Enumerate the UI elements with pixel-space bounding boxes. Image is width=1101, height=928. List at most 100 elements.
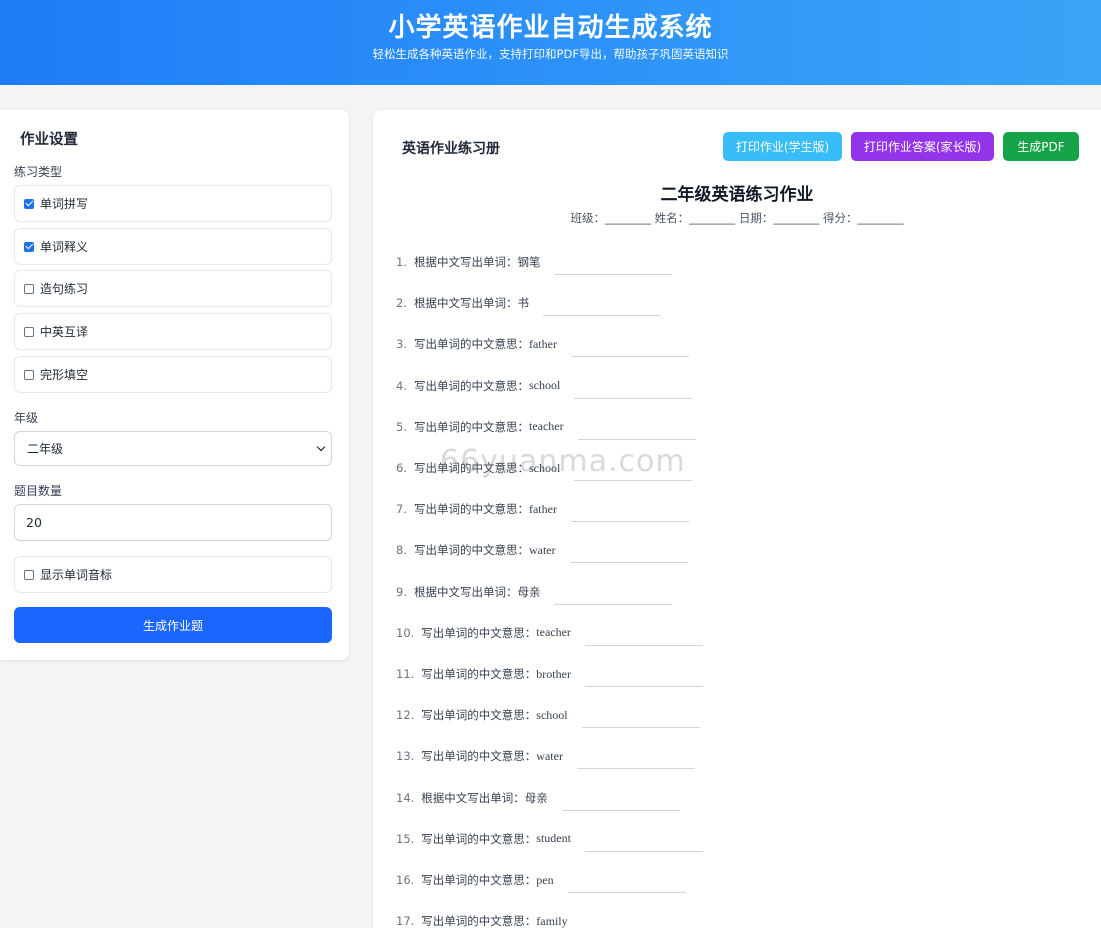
question-word: 钢笔 [517, 254, 540, 270]
app-title: 小学英语作业自动生成系统 [0, 7, 1101, 44]
question-item: 7. 写出单词的中文意思：father [396, 497, 689, 521]
type-option-label: 造句练习 [40, 280, 88, 297]
type-option-sentence[interactable]: 造句练习 [14, 270, 332, 307]
question-word: 母亲 [517, 584, 540, 600]
answer-blank[interactable] [578, 422, 696, 440]
type-option-meaning[interactable]: 单词释义 [14, 228, 332, 265]
answer-blank[interactable] [554, 257, 672, 275]
generate-pdf-button[interactable]: 生成PDF [1003, 132, 1079, 161]
question-prompt: 根据中文写出单词： [414, 584, 518, 600]
grade-select[interactable]: 二年级 [14, 431, 332, 466]
type-option-cloze[interactable]: 完形填空 [14, 356, 332, 393]
answer-blank[interactable] [571, 504, 689, 522]
checkbox-checked-icon[interactable] [24, 242, 34, 252]
question-item: 5.写出单词的中文意思：teacher [396, 415, 696, 439]
sheet-meta: 班级：________ 姓名：________ 日期：________ 得分：_… [373, 210, 1101, 226]
question-item: 15. 写出单词的中文意思：student [396, 827, 703, 851]
answer-blank[interactable] [568, 875, 686, 893]
phonetic-option[interactable]: 显示单词音标 [14, 556, 332, 593]
question-item: 3. 写出单词的中文意思：father [396, 332, 689, 356]
question-word: brother [536, 667, 571, 682]
question-item: 11. 写出单词的中文意思：brother [396, 662, 703, 686]
checkbox-unchecked-icon[interactable] [24, 327, 34, 337]
answer-blank[interactable] [562, 793, 680, 811]
question-prompt: 写出单词的中文意思： [414, 542, 529, 558]
print-answer-button[interactable]: 打印作业答案(家长版) [851, 132, 994, 161]
question-word: teacher [536, 625, 571, 640]
question-word: school [529, 378, 560, 393]
answer-blank[interactable] [585, 628, 703, 646]
generate-button[interactable]: 生成作业题 [14, 607, 332, 643]
answer-blank[interactable] [574, 381, 692, 399]
answer-blank[interactable] [543, 298, 661, 316]
checkbox-unchecked-icon[interactable] [24, 370, 34, 380]
question-prompt: 写出单词的中文意思： [421, 625, 536, 641]
question-word: father [529, 502, 557, 517]
answer-blank[interactable] [585, 669, 703, 687]
question-word: water [529, 543, 556, 558]
type-option-label: 中英互译 [40, 323, 88, 340]
print-student-button[interactable]: 打印作业(学生版) [723, 132, 842, 161]
question-prompt: 写出单词的中文意思： [421, 707, 536, 723]
answer-blank[interactable] [554, 587, 672, 605]
question-number: 14. [396, 791, 414, 805]
question-word: teacher [529, 419, 564, 434]
phonetic-option-label: 显示单词音标 [40, 566, 112, 583]
question-number: 13. [396, 749, 414, 763]
question-prompt: 写出单词的中文意思： [414, 501, 529, 517]
question-number: 10. [396, 626, 414, 640]
answer-blank[interactable] [571, 339, 689, 357]
question-item: 14.根据中文写出单词：母亲 [396, 786, 680, 810]
question-count-input[interactable]: 20 [14, 504, 332, 541]
question-item: 2.根据中文写出单词：书 [396, 291, 661, 315]
question-number: 11. [396, 667, 414, 681]
question-prompt: 根据中文写出单词： [414, 295, 518, 311]
question-prompt: 根据中文写出单词： [421, 790, 525, 806]
type-option-label: 单词释义 [40, 238, 88, 255]
answer-blank[interactable] [585, 834, 703, 852]
grade-label: 年级 [14, 409, 38, 426]
question-number: 3. [396, 337, 407, 351]
question-number: 15. [396, 832, 414, 846]
grade-select-value: 二年级 [27, 440, 63, 457]
type-option-translate[interactable]: 中英互译 [14, 313, 332, 350]
answer-blank[interactable] [582, 916, 700, 928]
question-item: 12. 写出单词的中文意思：school [396, 703, 700, 727]
exercise-type-label: 练习类型 [14, 163, 62, 180]
question-prompt: 写出单词的中文意思： [414, 336, 529, 352]
question-word: pen [536, 873, 553, 888]
answer-blank[interactable] [570, 545, 688, 563]
question-item: 1.根据中文写出单词：钢笔 [396, 250, 672, 274]
settings-panel: 作业设置 练习类型 单词拼写 单词释义 造句练习 中英互译 完形填空 年级 二年… [0, 110, 349, 660]
checkbox-unchecked-icon[interactable] [24, 570, 34, 580]
question-word: school [536, 708, 567, 723]
question-word: school [529, 461, 560, 476]
question-prompt: 写出单词的中文意思： [421, 831, 536, 847]
checkbox-checked-icon[interactable] [24, 199, 34, 209]
question-number: 17. [396, 914, 414, 928]
settings-title: 作业设置 [20, 128, 78, 149]
question-count-label: 题目数量 [14, 482, 62, 499]
answer-blank[interactable] [582, 710, 700, 728]
question-count-value: 20 [26, 515, 42, 530]
question-number: 12. [396, 708, 414, 722]
question-word: student [536, 831, 571, 846]
question-word: father [529, 337, 557, 352]
question-number: 9. [396, 585, 407, 599]
app-header: 小学英语作业自动生成系统 轻松生成各种英语作业，支持打印和PDF导出，帮助孩子巩… [0, 0, 1101, 85]
question-prompt: 写出单词的中文意思： [414, 460, 529, 476]
question-prompt: 写出单词的中文意思： [421, 872, 536, 888]
type-option-spelling[interactable]: 单词拼写 [14, 185, 332, 222]
answer-blank[interactable] [577, 751, 695, 769]
type-option-label: 完形填空 [40, 366, 88, 383]
question-number: 16. [396, 873, 414, 887]
question-item: 8.写出单词的中文意思：water [396, 538, 688, 562]
answer-blank[interactable] [574, 463, 692, 481]
question-number: 7. [396, 502, 407, 516]
question-word: water [536, 749, 563, 764]
question-item: 13.写出单词的中文意思：water [396, 744, 695, 768]
question-prompt: 写出单词的中文意思： [421, 666, 536, 682]
question-item: 10. 写出单词的中文意思：teacher [396, 621, 703, 645]
checkbox-unchecked-icon[interactable] [24, 284, 34, 294]
question-word: 书 [517, 295, 529, 311]
